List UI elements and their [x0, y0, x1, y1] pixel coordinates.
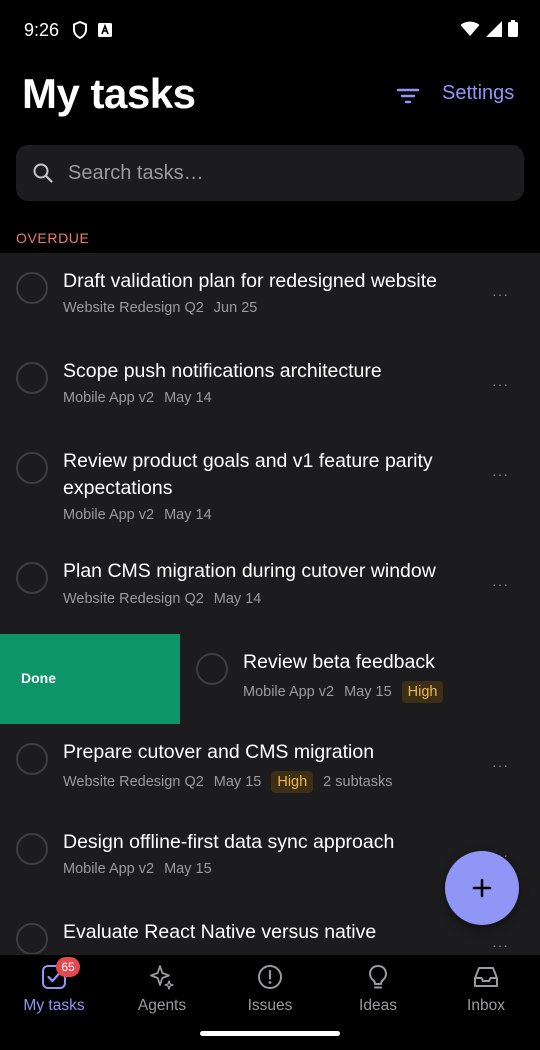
more-options-icon[interactable]: ···	[492, 937, 509, 953]
settings-link[interactable]: Settings	[442, 82, 514, 105]
task-due-date: Jun 25	[213, 300, 258, 316]
wifi-icon	[460, 21, 480, 36]
more-options-icon[interactable]: ···	[492, 576, 509, 592]
task-checkbox[interactable]	[16, 362, 48, 394]
tasks-count-badge: 65	[56, 957, 80, 977]
task-title: Draft validation plan for redesigned web…	[63, 270, 437, 292]
task-due-date: May 14	[164, 507, 212, 523]
plus-icon	[472, 878, 492, 898]
add-task-button[interactable]	[445, 851, 519, 925]
search-icon	[33, 163, 53, 183]
filter-icon	[396, 88, 420, 104]
task-project: Website Redesign Q2	[63, 774, 204, 790]
task-title: Design offline-first data sync approach	[63, 831, 395, 853]
section-label-overdue: OVERDUE	[16, 230, 90, 246]
task-due-date: May 15	[344, 684, 392, 700]
task-title: Prepare cutover and CMS migration	[63, 741, 375, 763]
tab-label: Inbox	[467, 997, 505, 1014]
task-checkbox[interactable]	[16, 452, 48, 484]
battery-icon	[508, 20, 518, 37]
task-row[interactable]: Draft validation plan for redesigned web…	[0, 253, 540, 343]
sparkle-icon	[150, 965, 174, 990]
tab-label: My tasks	[23, 997, 85, 1014]
task-due-date: May 14	[213, 591, 262, 607]
task-due-date: May 14	[164, 390, 212, 406]
task-list[interactable]: Draft validation plan for redesigned web…	[0, 253, 540, 954]
task-row[interactable]: Scope push notifications architecture Mo…	[0, 343, 540, 433]
task-checkbox[interactable]	[16, 833, 48, 865]
task-title: Review product goals and v1 feature pari…	[63, 450, 433, 499]
inbox-icon	[474, 967, 498, 987]
keyboard-a-icon	[98, 23, 112, 37]
task-project: Mobile App v2	[63, 390, 155, 406]
task-row[interactable]: Prepare cutover and CMS migration Websit…	[0, 724, 540, 814]
task-checkbox[interactable]	[16, 272, 48, 304]
status-time: 9:26	[24, 20, 60, 40]
task-project: Mobile App v2	[63, 861, 155, 877]
filter-button[interactable]	[394, 82, 422, 110]
tab-label: Agents	[137, 997, 187, 1014]
priority-badge: High	[271, 771, 314, 793]
task-checkbox[interactable]	[16, 923, 48, 954]
home-indicator[interactable]	[200, 1031, 340, 1036]
more-options-icon[interactable]: ···	[492, 286, 509, 302]
swipe-done-action[interactable]: Done	[0, 634, 180, 724]
swipe-done-label: Done	[21, 670, 56, 686]
tab-issues[interactable]: Issues	[216, 963, 324, 1023]
tab-inbox[interactable]: Inbox	[432, 963, 540, 1023]
task-title: Evaluate React Native versus native	[63, 921, 377, 943]
tab-label: Issues	[247, 997, 293, 1014]
tab-my-tasks[interactable]: 65 My tasks	[0, 957, 108, 1023]
search-input[interactable]	[68, 145, 508, 201]
tab-ideas[interactable]: Ideas	[324, 963, 432, 1023]
status-bar: 9:26	[0, 0, 540, 60]
task-project: Website Redesign Q2	[63, 591, 204, 607]
more-options-icon[interactable]: ···	[492, 757, 509, 773]
task-title: Review beta feedback	[243, 651, 435, 673]
task-checkbox[interactable]	[16, 743, 48, 775]
task-title: Scope push notifications architecture	[63, 360, 382, 382]
task-title: Plan CMS migration during cutover window	[63, 560, 436, 582]
page-title: My tasks	[22, 70, 196, 117]
tab-label: Ideas	[359, 997, 397, 1014]
search-bar[interactable]	[16, 145, 524, 201]
task-project: Website Redesign Q2	[63, 300, 204, 316]
task-checkbox[interactable]	[16, 562, 48, 594]
task-due-date: May 15	[213, 774, 262, 790]
subtask-count: 2 subtasks	[323, 774, 393, 790]
signal-icon	[486, 20, 502, 37]
task-checkbox[interactable]	[196, 653, 228, 685]
shield-icon	[73, 21, 87, 39]
tab-agents[interactable]: Agents	[108, 963, 216, 1023]
alert-circle-icon	[258, 965, 282, 989]
more-options-icon[interactable]: ···	[492, 466, 509, 482]
priority-badge: High	[401, 681, 444, 703]
task-row[interactable]: Plan CMS migration during cutover window…	[0, 546, 540, 634]
task-row[interactable]: Review product goals and v1 feature pari…	[0, 433, 540, 546]
task-project: Mobile App v2	[63, 507, 155, 523]
task-project: Mobile App v2	[243, 684, 335, 700]
task-due-date: May 15	[164, 861, 212, 877]
more-options-icon[interactable]: ···	[492, 376, 509, 392]
task-row-swiped[interactable]: Review beta feedback Mobile App v2 May 1…	[180, 634, 540, 724]
header: My tasks Settings	[0, 60, 540, 140]
lightbulb-icon	[369, 965, 387, 989]
